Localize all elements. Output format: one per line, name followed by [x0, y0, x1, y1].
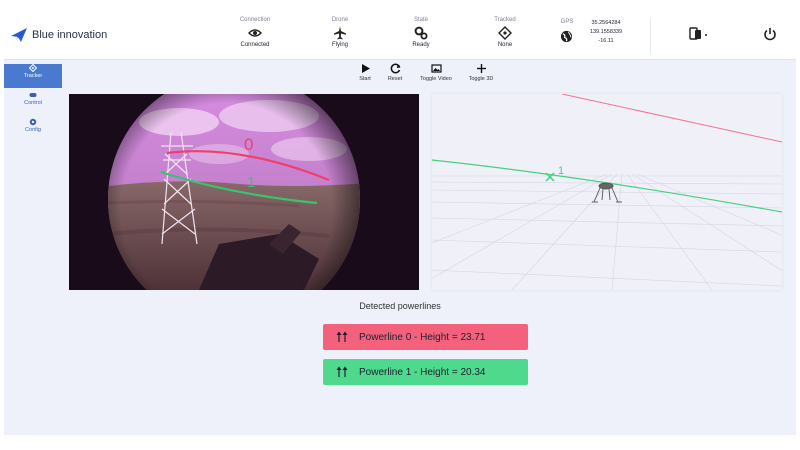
state-status: State Ready	[386, 16, 456, 50]
sidebar-item-label: Tracker	[23, 73, 43, 79]
crosshair-icon	[470, 25, 540, 41]
image-icon	[430, 64, 442, 73]
airplane-icon	[305, 25, 375, 41]
gps-latitude: 35.2564284	[591, 20, 621, 26]
gps-label: GPS	[560, 19, 574, 25]
brand-logo: Blue innovation	[10, 27, 107, 43]
power-icon	[764, 28, 776, 41]
drone-model-icon	[592, 182, 622, 203]
toggle-3d-label: Toggle 3D	[468, 76, 494, 82]
toggle-video-button[interactable]: Toggle Video	[416, 63, 456, 82]
powerline-1-item[interactable]: Powerline 1 - Height = 20.34	[323, 359, 528, 385]
connection-value: Connected	[240, 42, 270, 48]
sidebar-item-tracker[interactable]: Tracker	[4, 64, 62, 88]
powerline-0-3d	[561, 94, 782, 143]
sidebar-item-label: Control	[24, 100, 42, 106]
powerline-0-label: 0	[244, 135, 253, 154]
powerline-1-label: 1	[247, 174, 255, 191]
toggle-3d-button[interactable]: Toggle 3D	[464, 63, 498, 82]
start-button[interactable]: Start	[352, 63, 378, 82]
detected-powerlines-heading: Detected powerlines	[359, 301, 441, 311]
header-divider	[650, 19, 651, 53]
start-label: Start	[359, 76, 371, 82]
state-label: State	[413, 17, 428, 23]
powerline-0-item[interactable]: Powerline 0 - Height = 23.71	[323, 324, 528, 350]
3d-scene-view[interactable]: 1	[432, 94, 782, 290]
height-arrows-icon	[336, 331, 348, 342]
phone-switch-icon	[689, 27, 707, 40]
gps-altitude: -16.11	[598, 38, 614, 44]
app-window: Blue innovation Connection Connected Dro…	[4, 13, 796, 435]
eye-icon	[220, 25, 290, 41]
top-bar: Blue innovation Connection Connected Dro…	[4, 13, 796, 60]
connection-label: Connection	[239, 17, 271, 23]
sidebar-item-label: Config	[25, 127, 41, 133]
powerline-1-text: Powerline 1 - Height = 20.34	[359, 366, 486, 378]
tracked-marker-label: 1	[558, 165, 564, 177]
gamepad-icon	[29, 93, 37, 97]
drone-status: Drone Flying	[305, 16, 375, 50]
device-menu-button[interactable]	[689, 27, 711, 46]
play-icon	[361, 64, 370, 73]
refresh-icon	[390, 63, 400, 74]
move-icon	[476, 64, 486, 73]
gears-icon	[386, 25, 456, 41]
powerline-0-text: Powerline 0 - Height = 23.71	[359, 331, 486, 343]
crosshair-icon	[29, 64, 37, 72]
height-arrows-icon	[336, 366, 348, 377]
gear-icon	[29, 118, 37, 126]
toggle-video-label: Toggle Video	[420, 76, 452, 82]
state-value: Ready	[412, 42, 430, 48]
tracked-value: None	[497, 42, 513, 48]
sidebar: Tracker Control Config	[4, 61, 62, 142]
camera-feed: 0 1	[69, 94, 419, 290]
reset-label: Reset	[387, 76, 403, 82]
ground-grid	[432, 173, 782, 290]
globe-icon	[560, 30, 573, 48]
drone-value: Flying	[331, 42, 348, 48]
sidebar-item-config[interactable]: Config	[4, 118, 62, 142]
brand-name: Blue innovation	[32, 29, 108, 41]
reset-button[interactable]: Reset	[382, 63, 408, 82]
connection-status: Connection Connected	[220, 16, 290, 50]
sidebar-item-control[interactable]: Control	[4, 91, 62, 115]
paper-plane-icon	[11, 28, 27, 42]
power-button[interactable]	[763, 27, 777, 46]
tracked-label: Tracked	[494, 17, 516, 23]
drone-label: Drone	[331, 17, 349, 23]
tracked-status: Tracked None	[470, 16, 540, 50]
gps-longitude: 139.1558339	[589, 29, 623, 35]
